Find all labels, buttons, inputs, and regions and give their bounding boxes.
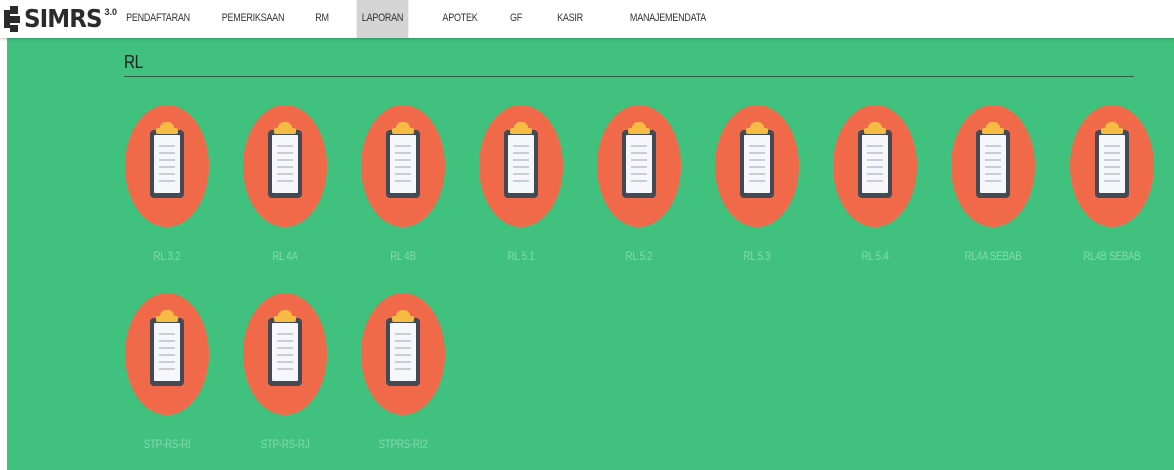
nav-item-pendaftaran[interactable]: PENDAFTARAN bbox=[121, 0, 195, 38]
clipboard-icon bbox=[268, 310, 302, 386]
icon-circle bbox=[361, 293, 445, 415]
icon-circle bbox=[833, 105, 917, 227]
report-label: STP-RS-RI bbox=[143, 439, 191, 451]
nav-item-gf[interactable]: GF bbox=[504, 0, 529, 38]
report-panel: RL RL 3.2 RL 4A RL 4B RL 5.1 RL 5.2 RL 5.3 RL … bbox=[7, 38, 1174, 470]
top-navbar: SIMRS 3.0 PENDAFTARAN PEMERIKSAAN RM LAP… bbox=[0, 0, 1174, 38]
report-label: RL4A SEBAB bbox=[964, 251, 1022, 263]
nav-item-laporan[interactable]: LAPORAN bbox=[356, 0, 409, 38]
nav-item-manajemendata[interactable]: MANAJEMENDATA bbox=[619, 0, 717, 38]
report-label: STP-RS-RJ bbox=[260, 439, 310, 451]
nav-item-kasir[interactable]: KASIR bbox=[550, 0, 591, 38]
report-label: RL 5.2 bbox=[625, 251, 653, 263]
icon-circle bbox=[125, 293, 209, 415]
report-label: RL 4B bbox=[390, 251, 416, 263]
icon-circle bbox=[715, 105, 799, 227]
clipboard-icon bbox=[268, 122, 302, 198]
clipboard-icon bbox=[858, 122, 892, 198]
report-label: RL 5.3 bbox=[743, 251, 771, 263]
icon-circle bbox=[243, 293, 327, 415]
clipboard-icon bbox=[622, 122, 656, 198]
clipboard-icon bbox=[1095, 122, 1129, 198]
logo-text: SIMRS bbox=[24, 4, 103, 33]
nav-item-apotek[interactable]: APOTEK bbox=[435, 0, 484, 38]
clipboard-icon bbox=[740, 122, 774, 198]
icon-circle bbox=[243, 105, 327, 227]
nav-item-pemeriksaan[interactable]: PEMERIKSAAN bbox=[216, 0, 290, 38]
icon-circle bbox=[361, 105, 445, 227]
report-label: RL 5.1 bbox=[507, 251, 535, 263]
clipboard-icon bbox=[150, 122, 184, 198]
clipboard-icon bbox=[386, 122, 420, 198]
icon-circle bbox=[479, 105, 563, 227]
clipboard-icon bbox=[976, 122, 1010, 198]
icon-circle bbox=[125, 105, 209, 227]
app-logo[interactable]: SIMRS 3.0 bbox=[4, 4, 117, 34]
section-divider bbox=[124, 76, 1134, 77]
logo-mark-icon bbox=[4, 6, 20, 32]
icon-circle bbox=[951, 105, 1035, 227]
report-label: RL4B SEBAB bbox=[1083, 251, 1141, 263]
logo-version: 3.0 bbox=[104, 7, 117, 17]
clipboard-icon bbox=[504, 122, 538, 198]
nav-item-rm[interactable]: RM bbox=[306, 0, 339, 38]
clipboard-icon bbox=[386, 310, 420, 386]
report-label: RL 4A bbox=[272, 251, 298, 263]
report-label: RL 5.4 bbox=[861, 251, 889, 263]
section-title: RL bbox=[124, 52, 143, 72]
report-label: STPRS-RI2 bbox=[378, 439, 428, 451]
clipboard-icon bbox=[150, 310, 184, 386]
icon-circle bbox=[597, 105, 681, 227]
report-label: RL 3.2 bbox=[153, 251, 181, 263]
icon-circle bbox=[1070, 105, 1154, 227]
